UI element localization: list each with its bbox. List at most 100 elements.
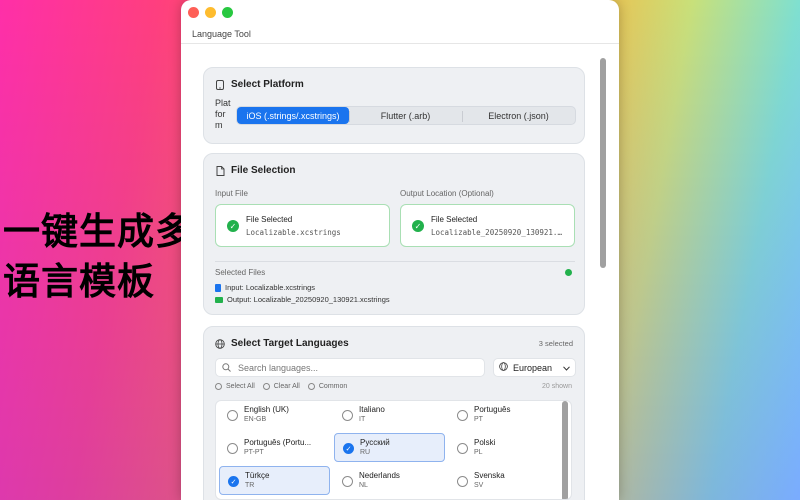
languages-heading: Select Target Languages — [231, 338, 349, 349]
input-file-picker[interactable]: ✓ File Selected Localizable.xcstrings — [215, 204, 390, 247]
output-file-name: Localizable_20250920_130921.xcstrings — [431, 228, 566, 237]
content-scrollbar[interactable] — [600, 58, 606, 268]
region-dropdown[interactable]: European — [493, 358, 576, 377]
checkbox-checked[interactable]: ✓ — [343, 443, 354, 454]
language-code: EN-GB — [244, 416, 267, 423]
language-code: IT — [359, 416, 366, 423]
language-code: PT-PT — [244, 449, 264, 456]
folder-icon — [215, 296, 223, 303]
phone-icon — [215, 79, 225, 90]
common-button[interactable]: Common — [307, 383, 347, 390]
clear-all-button[interactable]: Clear All — [262, 383, 300, 390]
input-file-name: Localizable.xcstrings — [246, 228, 341, 237]
clear-all-label: Clear All — [273, 383, 300, 390]
language-item-nl[interactable]: Nederlands NL — [334, 467, 445, 496]
file-heading-row: File Selection — [215, 165, 295, 176]
promo-line-1: 一键生成多 — [3, 210, 193, 253]
platform-card: Select Platform Plat for m iOS (.strings… — [203, 67, 585, 144]
language-name: Nederlands — [359, 471, 400, 480]
platform-label: Plat for m — [215, 98, 231, 131]
promo-text: 一键生成多 语言模板 — [3, 207, 193, 307]
language-item-ru[interactable]: ✓ Русский RU — [334, 433, 445, 462]
checkbox[interactable] — [342, 410, 353, 421]
platform-option-ios[interactable]: iOS (.strings/.xcstrings) — [237, 107, 349, 124]
language-name: Português — [474, 405, 511, 414]
window-title: Language Tool — [192, 29, 251, 39]
platform-option-flutter[interactable]: Flutter (.arb) — [349, 107, 462, 124]
checkbox[interactable] — [457, 476, 468, 487]
shown-count: 20 shown — [542, 383, 572, 390]
platform-heading-row: Select Platform — [215, 79, 304, 90]
grid-scrollbar[interactable] — [562, 401, 568, 499]
language-name: Português (Portu... — [244, 438, 312, 447]
quick-actions: Select All Clear All Common — [215, 383, 347, 390]
checkbox[interactable] — [457, 443, 468, 454]
checkmark-circle-icon — [215, 383, 222, 390]
platform-heading: Select Platform — [231, 79, 304, 90]
platform-label-line: m — [215, 120, 223, 130]
checkbox[interactable] — [457, 410, 468, 421]
window-controls — [188, 7, 233, 18]
language-item-pt-pt[interactable]: Português (Portu... PT-PT — [219, 434, 330, 463]
selected-count: 3 selected — [538, 339, 573, 348]
languages-heading-row: Select Target Languages — [215, 338, 349, 349]
checkmark-icon: ✓ — [412, 220, 424, 232]
input-file-status: File Selected — [246, 215, 293, 224]
platform-segmented-control: iOS (.strings/.xcstrings) Flutter (.arb)… — [236, 106, 576, 125]
region-value: European — [512, 362, 553, 373]
language-code: PT — [474, 416, 483, 423]
title-bar: Language Tool — [181, 0, 619, 44]
xmark-circle-icon — [262, 383, 270, 390]
checkbox[interactable] — [227, 443, 238, 454]
doc-icon — [215, 283, 221, 292]
language-name: English (UK) — [244, 405, 289, 414]
main-content: Select Platform Plat for m iOS (.strings… — [181, 45, 619, 500]
target-languages-card: Select Target Languages 3 selected Europ… — [203, 326, 585, 500]
promo-line-2: 语言模板 — [3, 260, 155, 303]
language-name: Русский — [360, 438, 390, 447]
language-search — [215, 358, 485, 377]
language-item-tr[interactable]: ✓ Türkçe TR — [219, 466, 330, 495]
output-location-picker[interactable]: ✓ File Selected Localizable_20250920_130… — [400, 204, 575, 247]
close-window-button[interactable] — [188, 7, 199, 18]
select-all-button[interactable]: Select All — [215, 383, 255, 390]
language-name: Polski — [474, 438, 496, 447]
output-file-status: File Selected — [431, 215, 478, 224]
language-item-en-gb[interactable]: English (UK) EN-GB — [219, 401, 330, 430]
language-code: TR — [245, 482, 255, 489]
language-grid: English (UK) EN-GB Italiano IT Português… — [215, 400, 572, 500]
minimize-window-button[interactable] — [205, 7, 216, 18]
selected-input-line: Input: Localizable.xcstrings — [215, 283, 315, 292]
language-item-sv[interactable]: Svenska SV — [449, 467, 560, 496]
language-name: Italiano — [359, 405, 385, 414]
checkmark-icon: ✓ — [227, 220, 239, 232]
language-code: SV — [474, 482, 484, 489]
selected-output-line: Output: Localizable_20250920_130921.xcst… — [215, 295, 390, 304]
language-item-pt[interactable]: Português PT — [449, 401, 560, 430]
language-code: PL — [474, 449, 483, 456]
status-dot-icon — [565, 269, 572, 276]
star-circle-icon — [307, 383, 315, 390]
checkbox-checked[interactable]: ✓ — [228, 476, 239, 487]
selected-output-text: Output: Localizable_20250920_130921.xcst… — [227, 295, 390, 304]
output-location-label: Output Location (Optional) — [400, 189, 494, 198]
checkbox[interactable] — [227, 410, 238, 421]
app-window: Language Tool Select Platform Plat for m… — [181, 0, 619, 500]
checkbox[interactable] — [342, 476, 353, 487]
platform-option-electron[interactable]: Electron (.json) — [462, 107, 575, 124]
language-name: Türkçe — [245, 471, 270, 480]
input-file-label: Input File — [215, 189, 248, 198]
language-item-pl[interactable]: Polski PL — [449, 434, 560, 463]
zoom-window-button[interactable] — [222, 7, 233, 18]
selected-input-text: Input: Localizable.xcstrings — [225, 283, 316, 292]
select-all-label: Select All — [226, 383, 255, 390]
platform-label-line: for — [215, 109, 226, 119]
language-item-it[interactable]: Italiano IT — [334, 401, 445, 430]
search-input[interactable] — [238, 362, 478, 373]
file-selection-heading: File Selection — [231, 165, 296, 176]
selected-files-label: Selected Files — [215, 268, 266, 277]
language-name: Svenska — [474, 471, 505, 480]
file-selection-card: File Selection Input File Output Locatio… — [203, 153, 585, 315]
globe-icon — [215, 338, 225, 349]
divider — [215, 261, 575, 262]
